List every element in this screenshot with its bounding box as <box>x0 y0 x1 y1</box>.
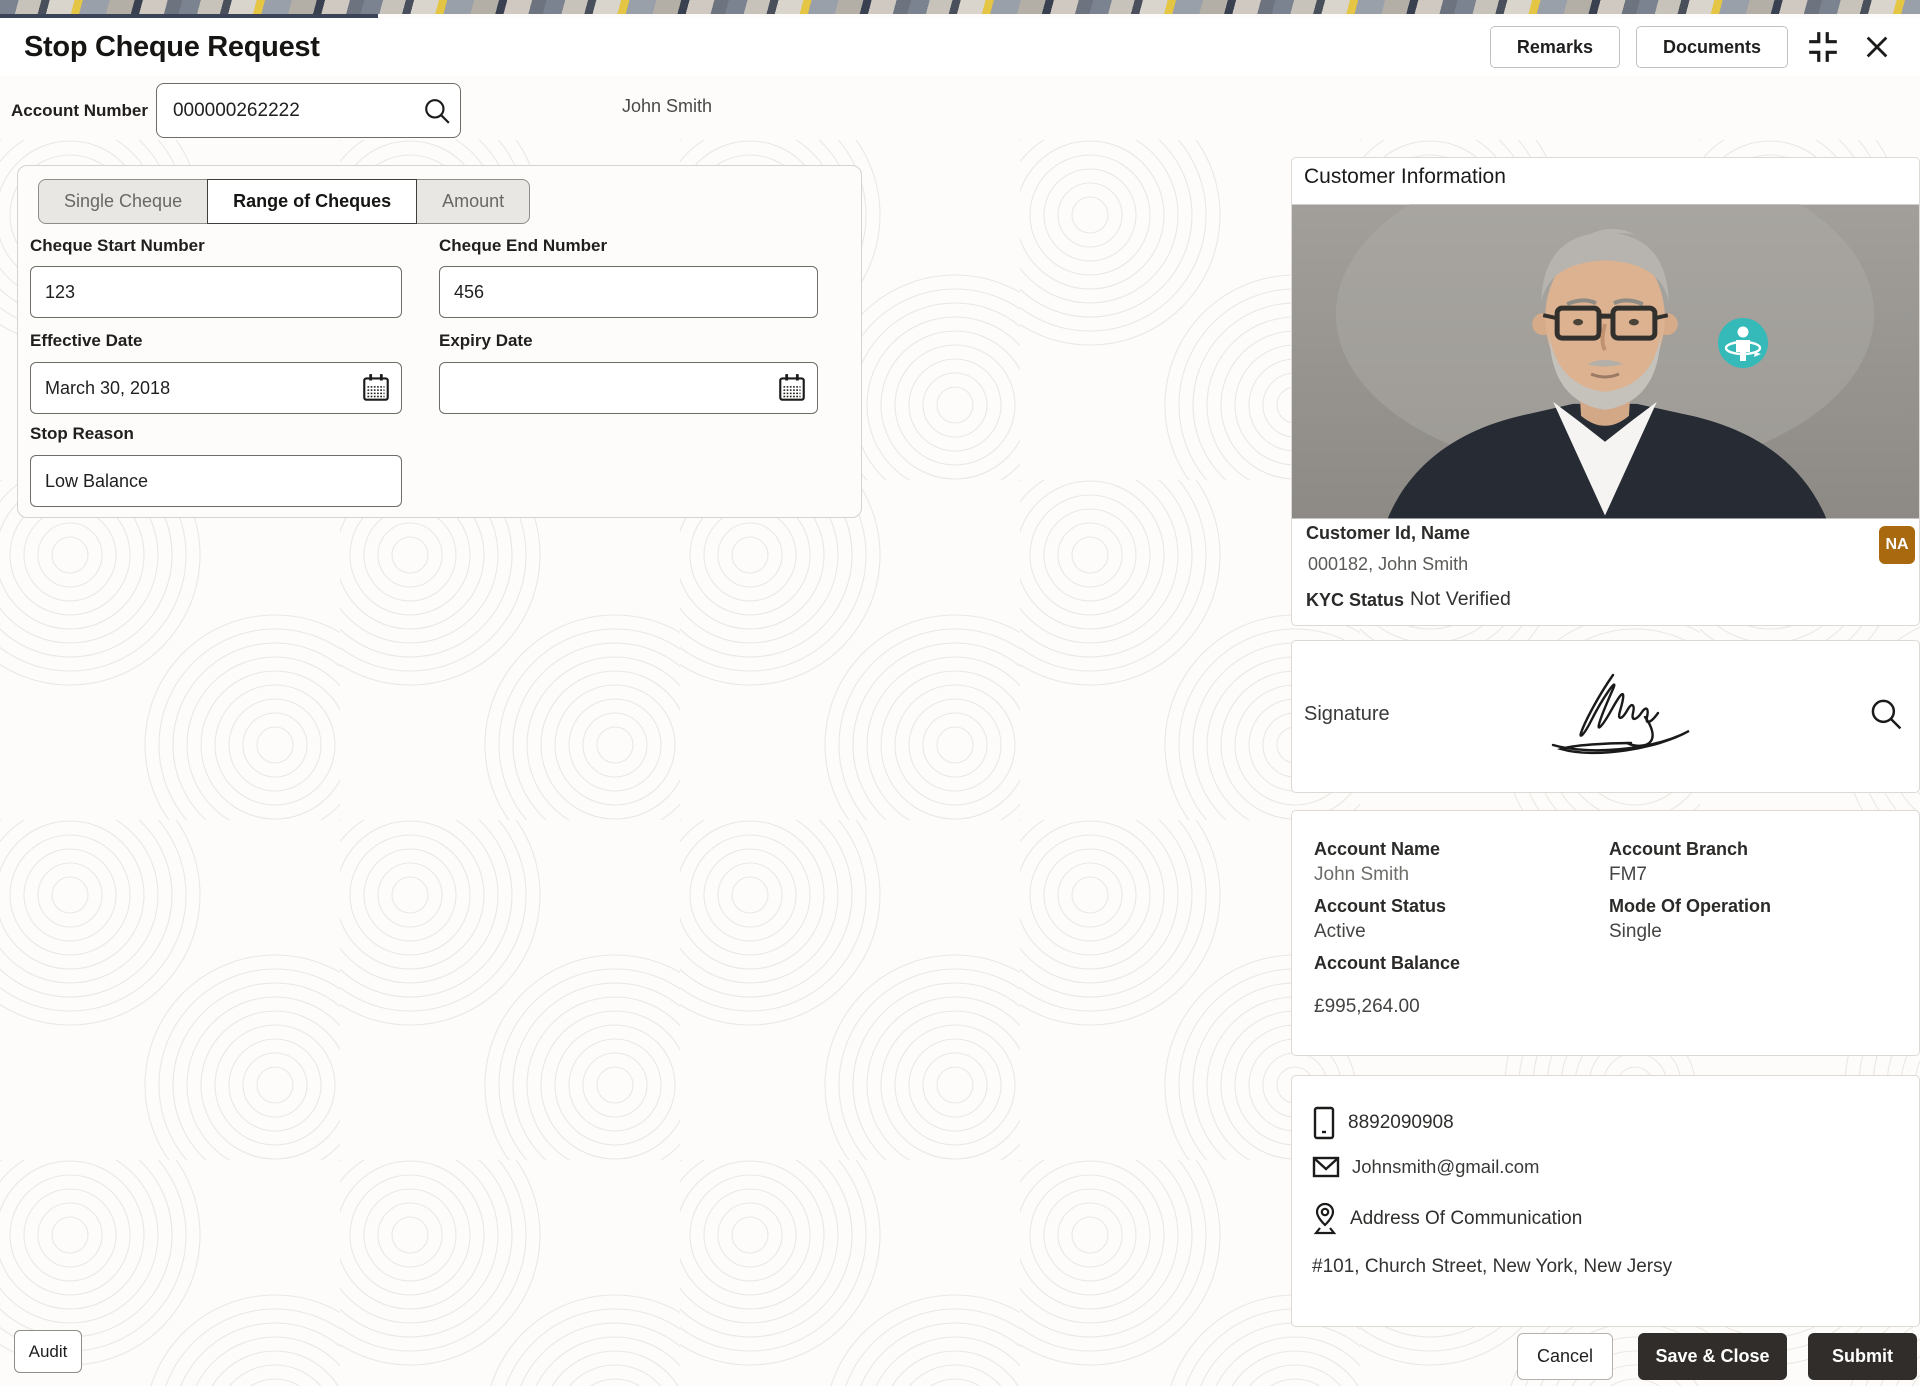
account-balance-label: Account Balance <box>1314 953 1461 973</box>
contact-card: 8892090908 Johnsmith@gmail.com Address O… <box>1291 1075 1920 1327</box>
stop-cheque-request-window: Stop Cheque Request Remarks Documents Ac… <box>0 0 1920 1386</box>
kyc-status-value: Not Verified <box>1410 588 1511 610</box>
expiry-date-input[interactable] <box>439 362 818 414</box>
location-pin-icon <box>1312 1202 1338 1236</box>
tab-range-of-cheques[interactable]: Range of Cheques <box>207 179 418 224</box>
close-icon[interactable] <box>1858 28 1896 66</box>
customer-photo <box>1292 204 1919 519</box>
account-name-value: John Smith <box>1314 864 1410 885</box>
email-address: Johnsmith@gmail.com <box>1352 1156 1540 1177</box>
account-holder-name: John Smith <box>622 96 713 116</box>
audit-button[interactable]: Audit <box>14 1330 82 1373</box>
expiry-date-field <box>439 362 818 414</box>
address-label-row: Address Of Communication <box>1312 1202 1582 1236</box>
documents-button[interactable]: Documents <box>1635 26 1788 68</box>
customer-information-heading: Customer Information <box>1304 165 1506 188</box>
stop-reason-input[interactable] <box>30 455 402 507</box>
address-value: #101, Church Street, New York, New Jersy <box>1312 1256 1673 1277</box>
signature-card: Signature <box>1291 640 1920 793</box>
page-title: Stop Cheque Request <box>24 30 320 63</box>
account-number-input[interactable] <box>155 83 461 138</box>
effective-date-label: Effective Date <box>30 331 143 350</box>
header-bar: Stop Cheque Request Remarks Documents <box>0 18 1920 76</box>
account-lookup-row: Account Number <box>11 83 461 138</box>
account-name-label: Account Name <box>1314 839 1441 859</box>
effective-date-field <box>30 362 402 414</box>
customer-id-name-value: 000182, John Smith <box>1308 554 1469 574</box>
decorative-banner <box>0 0 1920 14</box>
cheque-end-input[interactable] <box>439 266 818 318</box>
account-status-label: Account Status <box>1314 896 1447 916</box>
phone-number: 8892090908 <box>1348 1112 1454 1133</box>
status-badge: NA <box>1879 526 1915 564</box>
account-details-grid: Account Name Account Branch John Smith F… <box>1314 835 1903 1024</box>
phone-row: 8892090908 <box>1312 1106 1454 1140</box>
account-branch-value: FM7 <box>1609 864 1647 885</box>
search-icon[interactable] <box>423 97 451 125</box>
cheque-mode-tabs: Single Cheque Range of Cheques Amount <box>38 179 531 224</box>
customer-information-card: Customer Information Customer Id, Name 0… <box>1291 157 1920 626</box>
account-number-label: Account Number <box>11 100 148 120</box>
mode-of-operation-value: Single <box>1609 921 1662 942</box>
header-actions: Remarks Documents <box>1489 26 1896 68</box>
account-balance-value: £995,264.00 <box>1314 996 1420 1017</box>
tab-single-cheque[interactable]: Single Cheque <box>38 179 209 224</box>
customer-360-icon[interactable] <box>1717 317 1769 369</box>
calendar-icon[interactable] <box>776 372 808 404</box>
account-number-field-wrap <box>155 83 461 138</box>
kyc-status-label: KYC Status <box>1306 590 1405 610</box>
stop-reason-field <box>30 455 402 507</box>
address-of-communication-label: Address Of Communication <box>1350 1208 1583 1229</box>
effective-date-input[interactable] <box>30 362 402 414</box>
cancel-button[interactable]: Cancel <box>1517 1333 1613 1380</box>
account-status-value: Active <box>1314 921 1366 942</box>
collapse-icon[interactable] <box>1804 28 1842 66</box>
remarks-button[interactable]: Remarks <box>1489 26 1620 68</box>
cheque-start-field <box>30 266 402 318</box>
account-branch-label: Account Branch <box>1609 839 1749 859</box>
customer-id-name-label: Customer Id, Name <box>1306 523 1471 543</box>
cheque-start-input[interactable] <box>30 266 402 318</box>
stop-reason-label: Stop Reason <box>30 424 134 443</box>
stop-cheque-form-card: Single Cheque Range of Cheques Amount Ch… <box>17 165 862 518</box>
mobile-icon <box>1312 1106 1336 1140</box>
mail-icon <box>1312 1156 1340 1178</box>
mode-of-operation-label: Mode Of Operation <box>1609 896 1771 916</box>
submit-button[interactable]: Submit <box>1808 1333 1917 1380</box>
cheque-end-field <box>439 266 818 318</box>
save-and-close-button[interactable]: Save & Close <box>1638 1333 1787 1380</box>
signature-image <box>1547 663 1707 778</box>
signature-zoom-icon[interactable] <box>1869 697 1903 731</box>
tab-amount[interactable]: Amount <box>416 179 531 224</box>
email-row: Johnsmith@gmail.com <box>1312 1156 1539 1178</box>
calendar-icon[interactable] <box>360 372 392 404</box>
cheque-end-label: Cheque End Number <box>439 236 608 255</box>
cheque-start-label: Cheque Start Number <box>30 236 205 255</box>
account-details-card: Account Name Account Branch John Smith F… <box>1291 810 1920 1056</box>
expiry-date-label: Expiry Date <box>439 331 533 350</box>
signature-label: Signature <box>1304 703 1390 725</box>
